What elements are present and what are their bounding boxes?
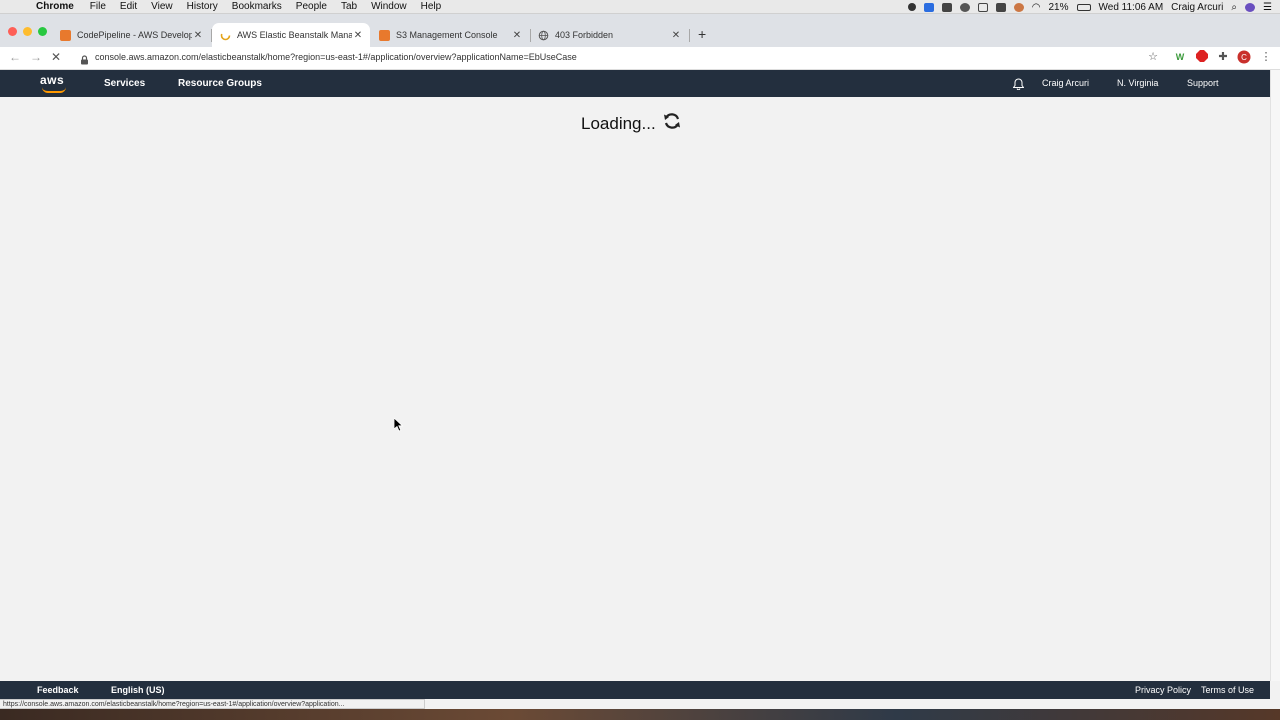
browser-tab-strip: CodePipeline - AWS Developer ✕ AWS Elast…: [0, 14, 1280, 47]
tab-403-forbidden[interactable]: 403 Forbidden ✕: [530, 23, 688, 47]
services-menu[interactable]: Services: [104, 78, 145, 89]
tab-title: S3 Management Console: [396, 30, 498, 40]
sync-icon[interactable]: [959, 2, 970, 12]
tab-title: CodePipeline - AWS Developer: [77, 30, 192, 40]
spotlight-search-icon[interactable]: ⌕: [1231, 2, 1237, 13]
notification-bell-icon[interactable]: [1012, 77, 1025, 91]
loading-text: Loading...: [581, 113, 656, 133]
notification-center-icon[interactable]: ☰: [1263, 2, 1272, 13]
menu-window[interactable]: Window: [371, 1, 407, 12]
menubar-status-area: ◠ 21% Wed 11:06 AM Craig Arcuri ⌕ ☰: [907, 0, 1272, 14]
address-bar-url[interactable]: console.aws.amazon.com/elasticbeanstalk/…: [95, 52, 577, 62]
region-selector[interactable]: N. Virginia: [1117, 78, 1158, 88]
menu-view[interactable]: View: [151, 1, 173, 12]
support-menu[interactable]: Support: [1187, 78, 1219, 88]
menubar-user[interactable]: Craig Arcuri: [1171, 2, 1223, 13]
adblock-icon[interactable]: [1195, 50, 1209, 64]
tab-title: 403 Forbidden: [555, 30, 614, 40]
tab-divider: [689, 29, 690, 42]
lock-icon[interactable]: [80, 52, 89, 65]
menu-bookmarks[interactable]: Bookmarks: [232, 1, 282, 12]
close-window-button[interactable]: [8, 27, 17, 36]
close-tab-icon[interactable]: ✕: [192, 30, 204, 41]
globe-icon: [538, 30, 549, 41]
new-tab-button[interactable]: +: [698, 26, 706, 42]
minimize-window-button[interactable]: [23, 27, 32, 36]
macos-menu-bar: Chrome File Edit View History Bookmarks …: [0, 0, 1280, 14]
screen-capture-icon[interactable]: [977, 2, 988, 12]
stop-loading-icon[interactable]: ✕: [51, 50, 61, 64]
feedback-link[interactable]: Feedback: [37, 685, 79, 695]
aws-console-header: aws Services Resource Groups Craig Arcur…: [0, 70, 1270, 97]
tab-elastic-beanstalk[interactable]: AWS Elastic Beanstalk Manage ✕: [212, 23, 370, 47]
app-tray-icon[interactable]: [1013, 2, 1024, 12]
aws-cube-icon: [379, 29, 390, 41]
menu-edit[interactable]: Edit: [120, 1, 137, 12]
aws-logo[interactable]: aws: [40, 73, 64, 87]
menu-history[interactable]: History: [187, 1, 218, 12]
svg-text:C: C: [1241, 53, 1247, 62]
chrome-menu-icon[interactable]: ⋮: [1259, 50, 1273, 64]
menubar-clock[interactable]: Wed 11:06 AM: [1099, 2, 1164, 13]
window-controls: [8, 27, 47, 36]
extensions-puzzle-icon[interactable]: ✚: [1216, 50, 1230, 64]
zoom-window-button[interactable]: [38, 27, 47, 36]
menu-file[interactable]: File: [90, 1, 106, 12]
menu-app-name[interactable]: Chrome: [36, 1, 74, 12]
wifi-icon[interactable]: ◠: [1032, 2, 1041, 13]
battery-icon[interactable]: [1076, 3, 1091, 11]
terms-of-use-link[interactable]: Terms of Use: [1201, 685, 1254, 695]
back-arrow-icon[interactable]: ←: [9, 50, 21, 64]
account-menu[interactable]: Craig Arcuri: [1042, 78, 1089, 88]
aws-logo-smile: [42, 87, 66, 93]
siri-icon[interactable]: [1245, 2, 1256, 12]
loading-indicator: Loading...: [581, 111, 682, 136]
dropbox-icon[interactable]: [907, 3, 916, 11]
main-content: Loading...: [0, 97, 1270, 681]
extension-w-icon[interactable]: W: [1173, 50, 1187, 64]
close-tab-icon[interactable]: ✕: [352, 30, 364, 41]
menu-tab[interactable]: Tab: [341, 1, 357, 12]
zoom-icon[interactable]: [941, 2, 952, 12]
resource-groups-menu[interactable]: Resource Groups: [178, 78, 262, 89]
tab-s3-console[interactable]: S3 Management Console ✕: [371, 23, 529, 47]
desktop-background: [0, 709, 1280, 720]
privacy-policy-link[interactable]: Privacy Policy: [1135, 685, 1191, 695]
link-hover-status: https://console.aws.amazon.com/elasticbe…: [0, 699, 425, 709]
forward-arrow-icon[interactable]: →: [30, 50, 42, 64]
battery-percent[interactable]: 21%: [1048, 2, 1068, 13]
profile-avatar-icon[interactable]: C: [1237, 50, 1251, 64]
language-selector[interactable]: English (US): [111, 685, 165, 695]
menu-people[interactable]: People: [296, 1, 327, 12]
close-tab-icon[interactable]: ✕: [670, 30, 682, 41]
tab-codepipeline[interactable]: CodePipeline - AWS Developer ✕: [52, 23, 210, 47]
mouse-cursor-icon: [394, 418, 404, 432]
loading-icon: [220, 30, 231, 41]
malwarebytes-icon[interactable]: [995, 2, 1006, 12]
aws-console-footer: Feedback English (US) Privacy Policy Ter…: [0, 681, 1270, 699]
bookmark-star-icon[interactable]: ☆: [1146, 50, 1160, 64]
tab-title: AWS Elastic Beanstalk Manage: [237, 30, 352, 40]
refresh-spinner-icon: [662, 111, 682, 136]
menu-help[interactable]: Help: [421, 1, 442, 12]
close-tab-icon[interactable]: ✕: [511, 30, 523, 41]
page-scrollbar[interactable]: [1270, 70, 1280, 681]
browser-toolbar: ← → ✕ console.aws.amazon.com/elasticbean…: [0, 47, 1280, 70]
screen-share-icon[interactable]: [923, 2, 934, 12]
aws-cube-icon: [60, 29, 71, 41]
